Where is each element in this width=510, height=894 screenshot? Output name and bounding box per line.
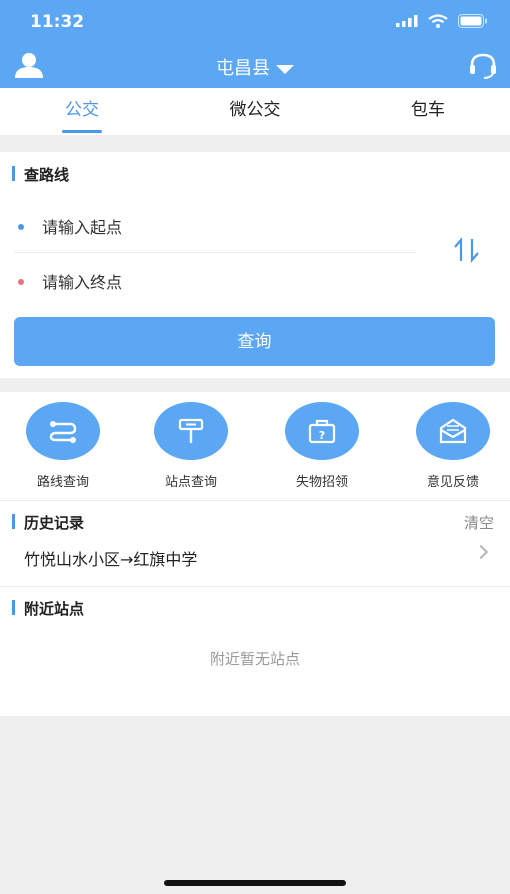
lost-found-label: 失物招领 [295, 475, 348, 490]
chevron-right-icon [473, 544, 489, 560]
tab-charter[interactable]: 包车 [368, 88, 488, 135]
customer-service-button[interactable] [468, 52, 498, 84]
headset-icon [470, 53, 496, 79]
app-header: 11:32 屯昌县 [0, 0, 510, 88]
feedback-label: 意见反馈 [426, 475, 479, 490]
caret-down-icon [276, 64, 294, 74]
route-search-card: 查路线 查询 [0, 152, 510, 378]
lost-found-icon-circle: ? [285, 402, 359, 460]
status-icons [396, 14, 488, 28]
route-icon [49, 421, 77, 443]
nearby-empty-text: 附近暂无站点 [209, 650, 300, 668]
start-point-input[interactable] [42, 217, 382, 237]
end-point-row [18, 259, 416, 305]
tab-bus[interactable]: 公交 [22, 88, 142, 135]
signal-icon [396, 15, 418, 27]
swap-arrows-icon [454, 237, 479, 263]
feedback-function[interactable]: 意见反馈 [398, 402, 508, 490]
stop-icon-circle [154, 402, 228, 460]
battery-icon [458, 14, 487, 28]
query-button[interactable]: 查询 [14, 317, 495, 366]
route-icon-circle [26, 402, 100, 460]
history-clear-button[interactable]: 清空 [464, 512, 494, 533]
lost-found-function[interactable]: ? 失物招领 [267, 402, 377, 490]
city-name: 屯昌县 [216, 58, 270, 79]
nearby-title: 附近站点 [12, 598, 84, 619]
start-dot-icon [18, 224, 24, 230]
input-divider [14, 252, 416, 253]
feedback-icon-circle [416, 402, 490, 460]
tab-bar: 公交 微公交 包车 [0, 88, 510, 135]
wifi-icon [428, 14, 448, 28]
route-section-title: 查路线 [12, 164, 69, 185]
end-point-input[interactable] [42, 272, 382, 292]
stop-sign-icon [178, 418, 204, 443]
end-dot-icon [18, 279, 24, 285]
lost-found-icon: ? [308, 419, 336, 444]
active-tab-indicator [62, 130, 102, 133]
tab-micro-bus[interactable]: 微公交 [195, 88, 315, 135]
info-card: 路线查询 站点查询 ? 失物招领 意见反馈 历史记录 清空 竹悦山水小区→红旗中… [0, 392, 510, 716]
history-title: 历史记录 [12, 512, 84, 533]
route-query-function[interactable]: 路线查询 [8, 402, 118, 490]
city-selector[interactable]: 屯昌县 [0, 54, 510, 80]
stop-query-function[interactable]: 站点查询 [136, 402, 246, 490]
svg-text:?: ? [319, 429, 325, 442]
feedback-mail-icon [439, 418, 467, 444]
history-item[interactable]: 竹悦山水小区→红旗中学 [24, 546, 197, 570]
home-indicator [164, 880, 346, 886]
status-time: 11:32 [30, 12, 85, 32]
swap-button[interactable] [452, 237, 482, 267]
nearby-divider [0, 586, 510, 587]
stop-query-label: 站点查询 [164, 475, 217, 490]
start-point-row [18, 204, 416, 250]
history-divider [0, 500, 510, 501]
route-query-label: 路线查询 [36, 475, 89, 490]
